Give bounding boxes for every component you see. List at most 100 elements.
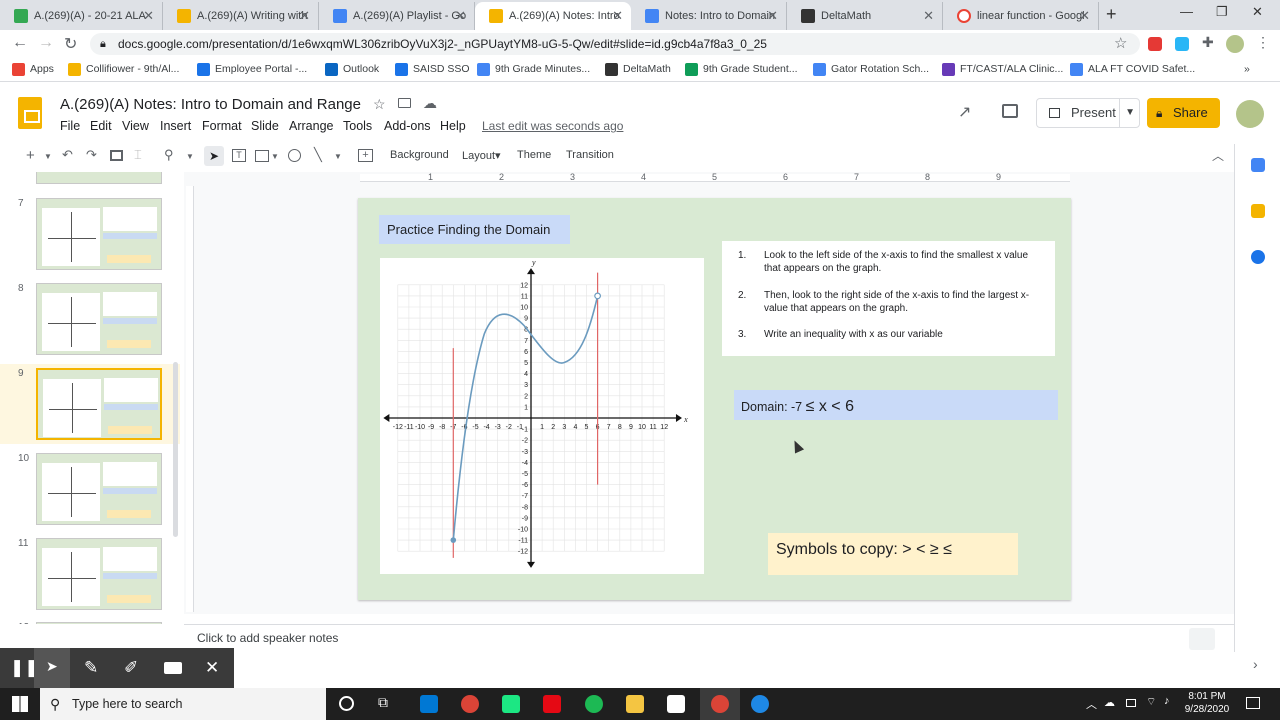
line-icon[interactable]: ╲	[314, 147, 322, 163]
chevron-down-icon[interactable]: ▼	[44, 152, 52, 161]
slide-thumbnail-selected[interactable]	[36, 368, 162, 440]
browser-tab[interactable]: linear function - Googl ✕	[943, 2, 1099, 30]
battery-icon[interactable]	[1126, 699, 1136, 707]
volume-icon[interactable]: ♪	[1164, 695, 1170, 707]
extension-icon[interactable]	[1148, 37, 1162, 51]
slide-thumbnail[interactable]	[36, 198, 162, 270]
tasks-icon[interactable]	[1251, 250, 1265, 264]
filmstrip-scrollbar[interactable]	[173, 362, 178, 537]
browser-tab[interactable]: A.(269)(A) Writing with ✕	[163, 2, 319, 30]
task-view-icon[interactable]: ⧉	[378, 694, 388, 711]
wifi-icon[interactable]: ⌔	[1146, 695, 1156, 709]
notification-icon[interactable]	[1246, 697, 1260, 709]
print-icon[interactable]	[110, 150, 123, 161]
close-icon[interactable]: ✕	[455, 8, 466, 24]
netflix-icon[interactable]	[543, 695, 561, 713]
paint-format-icon[interactable]: ⌶	[134, 147, 142, 163]
bookmark-item[interactable]: DeltaMath	[605, 63, 671, 76]
menu-help[interactable]: Help	[440, 119, 466, 133]
chevron-down-icon[interactable]: ▼	[1119, 99, 1135, 127]
slide-title[interactable]: Practice Finding the Domain	[379, 215, 570, 244]
comment-add-icon[interactable]: +	[358, 149, 373, 162]
windows-start-icon[interactable]	[12, 696, 28, 712]
profile-avatar[interactable]	[1226, 35, 1244, 53]
bookmark-item[interactable]: Apps	[12, 63, 54, 76]
window-close-icon[interactable]: ✕	[1252, 4, 1263, 20]
layout-button[interactable]: Layout▾	[462, 149, 501, 162]
bookmark-star-icon[interactable]: ☆	[1114, 34, 1127, 52]
browser-tab[interactable]: DeltaMath ✕	[787, 2, 943, 30]
undo-icon[interactable]: ↶	[62, 147, 73, 163]
pen-icon[interactable]: ✎	[84, 658, 98, 678]
menu-slide[interactable]: Slide	[251, 119, 279, 133]
chevron-right-icon[interactable]: ›	[1253, 656, 1258, 672]
last-edit-link[interactable]: Last edit was seconds ago	[482, 119, 623, 133]
browser-tab[interactable]: A.(269)(A) Playlist - Go ✕	[319, 2, 475, 30]
close-icon[interactable]: ✕	[143, 8, 154, 24]
menu-arrange[interactable]: Arrange	[289, 119, 333, 133]
maximize-icon[interactable]: ❐	[1216, 4, 1228, 20]
slides-logo-icon[interactable]	[18, 97, 42, 129]
chevron-up-icon[interactable]: ︿	[1212, 147, 1224, 164]
close-icon[interactable]: ✕	[923, 8, 934, 24]
puzzle-icon[interactable]: ✚	[1202, 34, 1214, 51]
comments-icon[interactable]	[1002, 104, 1018, 118]
extension-icon[interactable]	[1175, 37, 1189, 51]
menu-format[interactable]: Format	[202, 119, 242, 133]
transition-button[interactable]: Transition	[566, 149, 614, 161]
bookmark-item[interactable]: Gator Rotation Sch...	[813, 63, 929, 76]
star-icon[interactable]: ☆	[373, 96, 386, 113]
activity-trend-icon[interactable]: ↗	[958, 102, 971, 122]
slide-thumbnail[interactable]	[36, 622, 162, 624]
browser-tab[interactable]: Notes: Intro to Domain ✕	[631, 2, 787, 30]
theme-button[interactable]: Theme	[517, 149, 551, 161]
keep-icon[interactable]	[1251, 204, 1265, 218]
hulu-icon[interactable]	[502, 695, 520, 713]
chevron-down-icon[interactable]: ▼	[186, 152, 194, 161]
chrome-icon[interactable]	[461, 695, 479, 713]
minimize-icon[interactable]: —	[1180, 4, 1193, 19]
background-button[interactable]: Background	[390, 149, 449, 161]
select-cursor-icon[interactable]: ➤	[204, 146, 224, 166]
bookmark-item[interactable]: 9th Grade Minutes...	[477, 63, 590, 76]
shape-icon[interactable]	[288, 149, 301, 162]
new-tab-button[interactable]: +	[1106, 4, 1117, 25]
chevron-down-icon[interactable]: ▼	[271, 152, 279, 161]
menu-insert[interactable]: Insert	[160, 119, 191, 133]
slide-thumbnail[interactable]	[36, 283, 162, 355]
forward-icon[interactable]: →	[38, 34, 54, 52]
onedrive-icon[interactable]: ☁︎	[1104, 696, 1115, 709]
close-icon[interactable]: ✕	[299, 8, 310, 24]
slide-thumbnail[interactable]	[36, 172, 162, 184]
back-icon[interactable]: ←	[12, 34, 28, 52]
system-clock[interactable]: 8:01 PM 9/28/2020	[1182, 690, 1232, 716]
taskbar-search[interactable]: ⚲ Type here to search	[40, 688, 326, 720]
bookmark-item[interactable]: Collifiower - 9th/Al...	[68, 63, 179, 76]
document-title[interactable]: A.(269)(A) Notes: Intro to Domain and Ra…	[60, 96, 361, 113]
cortana-icon[interactable]	[339, 696, 354, 711]
spotify-icon[interactable]	[585, 695, 603, 713]
menu-tools[interactable]: Tools	[343, 119, 372, 133]
file-explorer-icon[interactable]	[626, 695, 644, 713]
browser-tab[interactable]: A.(269)(A) - 20-21 ALA ✕	[0, 2, 163, 30]
calendar-icon[interactable]	[1251, 158, 1265, 172]
text-box-icon[interactable]: T	[232, 149, 246, 162]
close-icon[interactable]: ✕	[1079, 8, 1090, 24]
reload-icon[interactable]: ↻	[64, 34, 77, 54]
url-bar[interactable]: 🔒︎ docs.google.com/presentation/d/1e6wxq…	[90, 33, 1140, 55]
menu-file[interactable]: File	[60, 119, 80, 133]
new-slide-icon[interactable]: +	[26, 147, 35, 164]
share-button[interactable]: 🔒︎ Share	[1147, 98, 1220, 128]
speaker-notes[interactable]: Click to add speaker notes	[184, 624, 1234, 652]
cloud-status-icon[interactable]: ☁︎	[423, 95, 437, 112]
bookmark-item[interactable]: SAISD SSO	[395, 63, 470, 76]
move-folder-icon[interactable]	[398, 98, 411, 108]
menu-view[interactable]: View	[122, 119, 149, 133]
more-bookmarks-button[interactable]: »	[1244, 63, 1250, 75]
function-graph[interactable]: -12-11-10-9-8-7-6-5-4-3-2-11234567891011…	[380, 258, 704, 574]
menu-addons[interactable]: Add-ons	[384, 119, 431, 133]
image-icon[interactable]	[255, 150, 269, 162]
mail-icon[interactable]	[420, 695, 438, 713]
bookmark-item[interactable]: Employee Portal -...	[197, 63, 307, 76]
bookmark-item[interactable]: FT/CAST/ALA Clinic...	[942, 63, 1063, 76]
